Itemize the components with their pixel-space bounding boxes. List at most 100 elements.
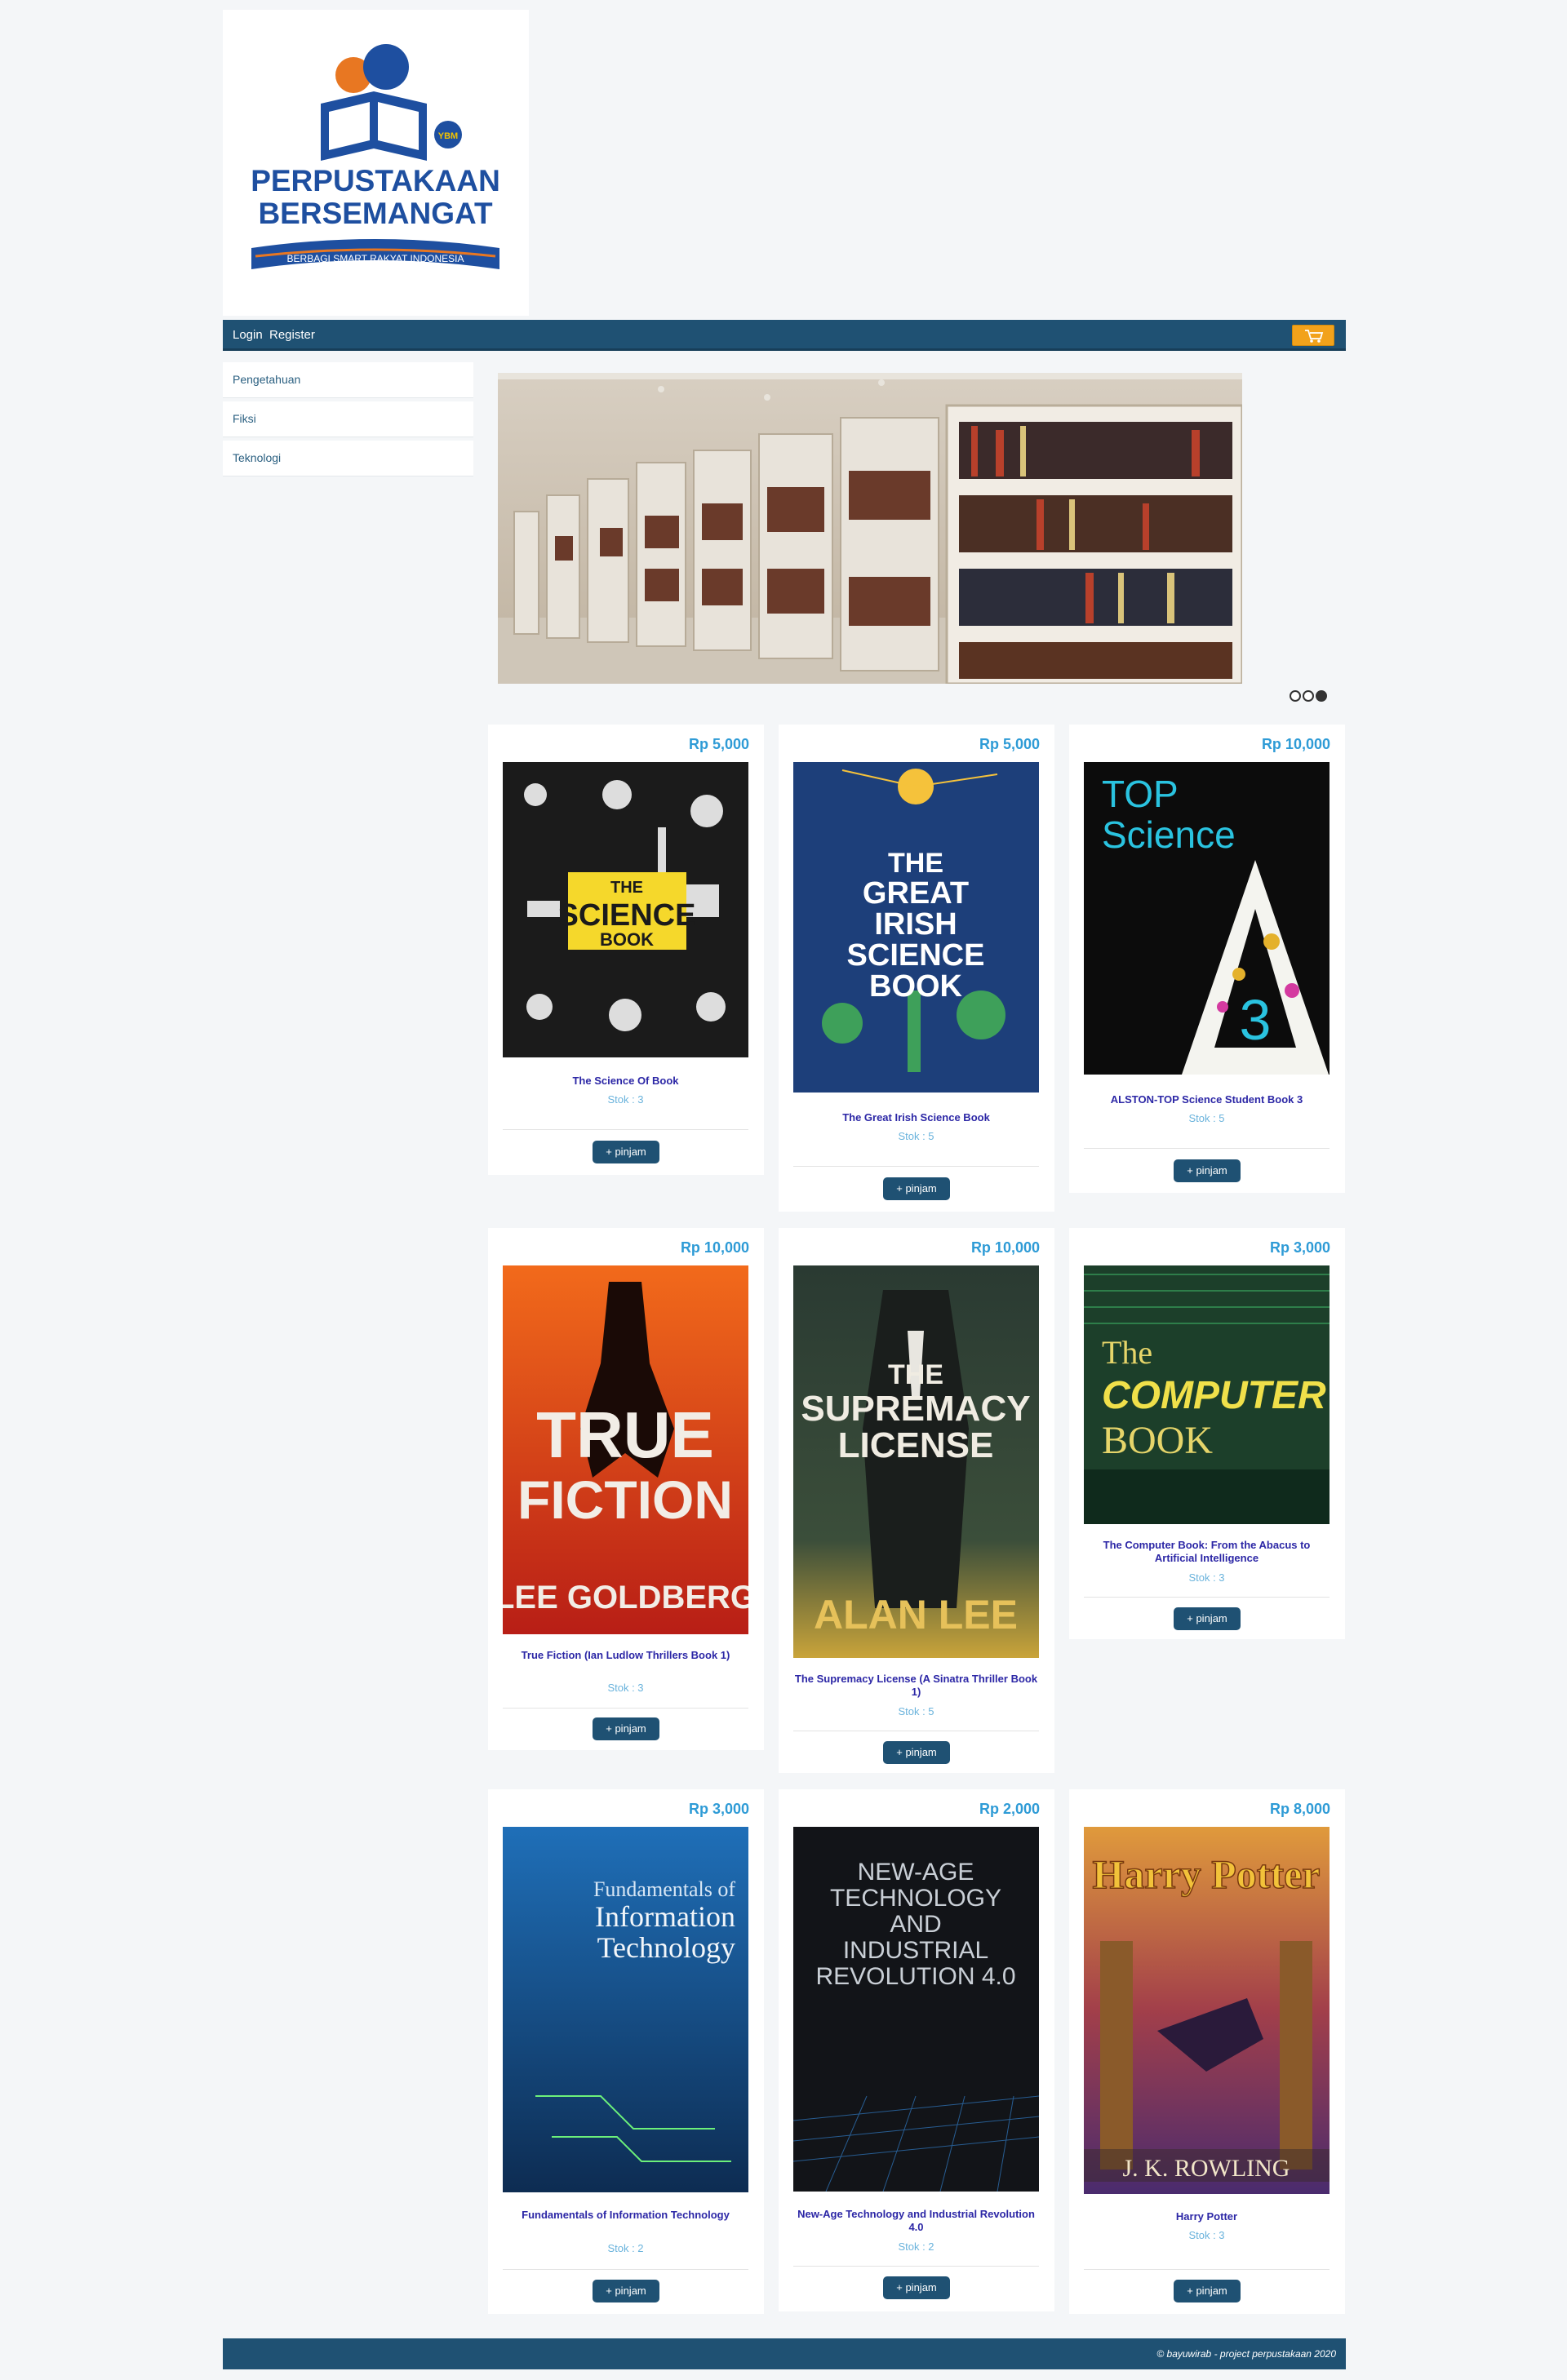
product-card: Rp 10,000 TRUE FICTION LEE GOLDBERG True…: [488, 1228, 764, 1750]
product-stock: Stok : 3: [1188, 1571, 1225, 1584]
logo-tagline: BERBAGI SMART RAKYAT INDONESIA: [287, 253, 464, 264]
register-link[interactable]: Register: [269, 328, 315, 342]
product-price: Rp 10,000: [1261, 736, 1330, 752]
book-cover-image[interactable]: Fundamentals of Information Technology: [503, 1827, 748, 2192]
product-stock: Stok : 5: [898, 1705, 934, 1717]
product-stock: Stok : 3: [1188, 2229, 1225, 2241]
site-footer: © bayuwirab - project perpustakaan 2020: [223, 2338, 1346, 2369]
book-cover-image[interactable]: TRUE FICTION LEE GOLDBERG: [503, 1265, 748, 1634]
product-title[interactable]: New-Age Technology and Industrial Revolu…: [793, 2208, 1039, 2234]
product-price: Rp 10,000: [970, 1239, 1040, 1256]
site-logo[interactable]: YBM PERPUSTAKAAN BERSEMANGAT BERBAGI SMA…: [223, 10, 529, 316]
card-divider: [503, 2269, 748, 2270]
svg-text:TRUE: TRUE: [536, 1398, 714, 1471]
library-shelves-image: [498, 373, 1242, 684]
pinjam-button[interactable]: + pinjam: [883, 2276, 950, 2299]
product-title[interactable]: The Supremacy License (A Sinatra Thrille…: [793, 1673, 1039, 1699]
svg-text:BOOK: BOOK: [869, 969, 963, 1004]
svg-text:THE: THE: [888, 848, 943, 879]
pinjam-button[interactable]: + pinjam: [593, 2280, 659, 2302]
svg-text:Fundamentals of: Fundamentals of: [593, 1877, 735, 1901]
book-cover-image[interactable]: THE SUPREMACY LICENSE ALAN LEE: [793, 1265, 1039, 1658]
login-link[interactable]: Login: [233, 328, 263, 342]
svg-text:The: The: [1102, 1334, 1152, 1371]
svg-text:SCIENCE: SCIENCE: [847, 938, 985, 973]
svg-text:COMPUTER: COMPUTER: [1102, 1374, 1326, 1417]
product-title[interactable]: True Fiction (Ian Ludlow Thrillers Book …: [503, 1649, 748, 1662]
product-title[interactable]: The Computer Book: From the Abacus to Ar…: [1084, 1539, 1330, 1565]
sidebar-item-fiksi[interactable]: Fiksi: [223, 401, 473, 437]
svg-text:Harry Potter: Harry Potter: [1092, 1851, 1320, 1897]
pinjam-button[interactable]: + pinjam: [1174, 1607, 1241, 1630]
product-card: Rp 3,000 The COMPUTER BOOK The Computer …: [1069, 1228, 1345, 1639]
svg-text:BOOK: BOOK: [600, 929, 654, 950]
product-card: Rp 10,000 TOP Science 3 ALSTON-TOP Scien…: [1069, 725, 1345, 1193]
svg-text:NEW-AGE: NEW-AGE: [858, 1859, 974, 1886]
product-price: Rp 3,000: [688, 1801, 749, 1817]
carousel-slide[interactable]: [498, 373, 1242, 684]
book-cover-image[interactable]: THE SCIENCE BOOK: [503, 762, 748, 1057]
card-divider: [1084, 1597, 1330, 1598]
product-title[interactable]: The Science Of Book: [503, 1075, 748, 1088]
product-title[interactable]: The Great Irish Science Book: [793, 1111, 1039, 1124]
category-sidebar: Pengetahuan Fiksi Teknologi: [223, 362, 473, 480]
book-cover-image[interactable]: THE GREAT IRISH SCIENCE BOOK: [793, 762, 1039, 1092]
product-stock: Stok : 5: [898, 1130, 934, 1142]
svg-text:TECHNOLOGY: TECHNOLOGY: [830, 1885, 1001, 1912]
pinjam-button[interactable]: + pinjam: [1174, 1159, 1241, 1182]
carousel-dot-1[interactable]: [1290, 690, 1301, 702]
svg-text:LEE GOLDBERG: LEE GOLDBERG: [503, 1580, 748, 1615]
product-stock: Stok : 3: [607, 1093, 644, 1106]
book-cover-image[interactable]: TOP Science 3: [1084, 762, 1330, 1075]
product-price: Rp 8,000: [1269, 1801, 1330, 1817]
sidebar-item-teknologi[interactable]: Teknologi: [223, 441, 473, 476]
svg-text:Information: Information: [595, 1900, 735, 1933]
svg-text:FICTION: FICTION: [517, 1469, 733, 1530]
svg-text:Science: Science: [1102, 813, 1236, 856]
product-title[interactable]: Harry Potter: [1084, 2210, 1330, 2223]
book-cover-image[interactable]: The COMPUTER BOOK: [1084, 1265, 1330, 1524]
product-price: Rp 3,000: [1269, 1239, 1330, 1256]
svg-text:INDUSTRIAL: INDUSTRIAL: [843, 1937, 988, 1964]
product-price: Rp 2,000: [979, 1801, 1040, 1817]
card-divider: [793, 1166, 1039, 1167]
book-cover-image[interactable]: Harry Potter J. K. ROWLING: [1084, 1827, 1330, 2194]
pinjam-button[interactable]: + pinjam: [883, 1741, 950, 1764]
svg-text:3: 3: [1240, 988, 1272, 1052]
svg-text:BOOK: BOOK: [1102, 1419, 1213, 1462]
cart-button[interactable]: [1292, 325, 1334, 346]
svg-text:LICENSE: LICENSE: [838, 1425, 994, 1465]
carousel-indicators: [1290, 690, 1329, 706]
product-title[interactable]: ALSTON-TOP Science Student Book 3: [1084, 1093, 1330, 1106]
pinjam-button[interactable]: + pinjam: [593, 1141, 659, 1163]
product-card: Rp 5,000 THE GREAT IRISH SCIENCE BOOK Th…: [779, 725, 1054, 1212]
product-price: Rp 5,000: [979, 736, 1040, 752]
carousel-dot-2[interactable]: [1303, 690, 1314, 702]
svg-text:THE: THE: [888, 1359, 943, 1390]
product-card: Rp 3,000 Fundamentals of Information Tec…: [488, 1789, 764, 2314]
book-cover-image[interactable]: NEW-AGE TECHNOLOGY AND INDUSTRIAL REVOLU…: [793, 1827, 1039, 2192]
svg-text:SUPREMACY: SUPREMACY: [801, 1389, 1030, 1429]
card-divider: [793, 2266, 1039, 2267]
svg-text:TOP: TOP: [1102, 773, 1179, 815]
logo-title-line2: BERSEMANGAT: [258, 197, 492, 230]
pinjam-button[interactable]: + pinjam: [1174, 2280, 1241, 2302]
card-divider: [503, 1708, 748, 1709]
product-card: Rp 8,000 Harry Potter J. K. ROWLING Harr…: [1069, 1789, 1345, 2314]
product-card: Rp 5,000 THE SCIENCE BOOK The Science Of…: [488, 725, 764, 1175]
svg-text:SCIENCE: SCIENCE: [558, 898, 696, 933]
svg-text:THE: THE: [610, 879, 643, 897]
card-divider: [1084, 1148, 1330, 1149]
logo-graphic: YBM PERPUSTAKAAN BERSEMANGAT BERBAGI SMA…: [251, 44, 500, 269]
logo-badge: YBM: [438, 131, 458, 141]
svg-text:Technology: Technology: [597, 1931, 735, 1964]
svg-text:AND: AND: [890, 1911, 941, 1938]
svg-text:REVOLUTION 4.0: REVOLUTION 4.0: [815, 1963, 1015, 1990]
sidebar-item-pengetahuan[interactable]: Pengetahuan: [223, 362, 473, 398]
pinjam-button[interactable]: + pinjam: [593, 1717, 659, 1740]
pinjam-button[interactable]: + pinjam: [883, 1177, 950, 1200]
product-stock: Stok : 2: [898, 2240, 934, 2253]
product-title[interactable]: Fundamentals of Information Technology: [503, 2209, 748, 2222]
top-navbar: Login Register: [223, 320, 1346, 351]
carousel-dot-3[interactable]: [1316, 690, 1327, 702]
